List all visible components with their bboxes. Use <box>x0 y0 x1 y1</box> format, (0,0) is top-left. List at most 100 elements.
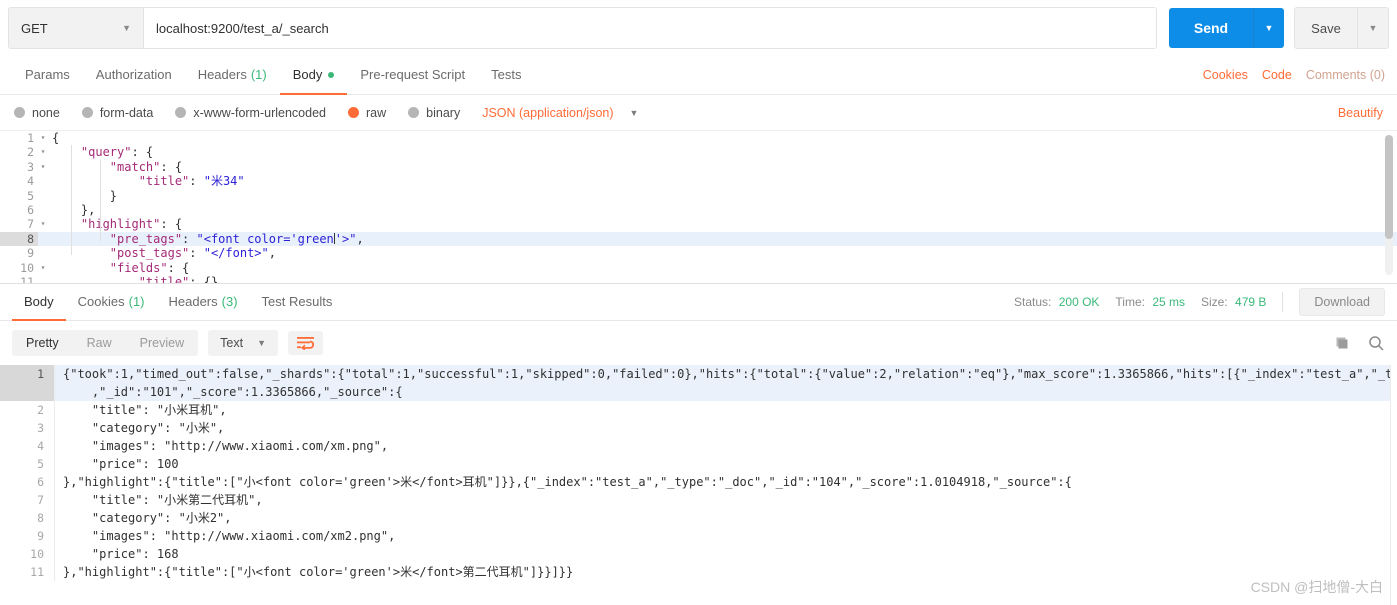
comments-link[interactable]: Comments (0) <box>1306 68 1385 82</box>
line-number: 5 <box>27 188 34 203</box>
code-text: "title": "小米第二代耳机", <box>63 493 263 507</box>
body-format-select[interactable]: JSON (application/json) ▼ <box>482 106 638 120</box>
response-tab-headers-label: Headers <box>168 294 218 309</box>
response-tabs-list: Body Cookies (1) Headers (3) Test Result… <box>12 284 345 321</box>
request-code-line: 4 "title": "米34" <box>0 174 1397 188</box>
tab-tests[interactable]: Tests <box>478 56 534 95</box>
line-number: 7 <box>27 217 34 232</box>
response-tab-cookies-label: Cookies <box>77 294 125 309</box>
request-url-input[interactable]: localhost:9200/test_a/_search <box>144 8 1156 48</box>
response-body-viewer[interactable]: 1 {"took":1,"timed_out":false,"_shards":{… <box>0 365 1397 605</box>
download-button[interactable]: Download <box>1299 288 1385 316</box>
line-number: 4 <box>0 437 55 455</box>
save-button[interactable]: Save <box>1295 8 1357 48</box>
response-tab-headers[interactable]: Headers (3) <box>157 284 250 321</box>
request-code-line: 5 } <box>0 189 1397 203</box>
line-number: 9 <box>0 527 55 545</box>
chevron-down-icon: ▼ <box>122 23 131 33</box>
response-view-controls: Pretty Raw Preview Text ▼ <box>12 330 323 356</box>
tab-pre-request-script[interactable]: Pre-request Script <box>347 56 478 95</box>
beautify-button[interactable]: Beautify <box>1338 106 1383 120</box>
response-code-line: 11},"highlight":{"title":["小<font color=… <box>0 563 1397 581</box>
fold-toggle-icon[interactable]: ▾ <box>38 261 48 275</box>
response-tab-test-results[interactable]: Test Results <box>250 284 345 321</box>
request-code-line: 10 ▾ "fields": { <box>0 261 1397 275</box>
request-tabs: Params Authorization Headers (1) Body Pr… <box>0 56 1397 95</box>
response-code-line: ,"_id":"101","_score":1.3365866,"_source… <box>0 383 1397 401</box>
save-options-chevron-down-icon[interactable]: ▼ <box>1357 8 1388 48</box>
view-preview[interactable]: Preview <box>126 330 198 356</box>
code-text: "title": "米34" <box>138 174 245 189</box>
response-actions <box>1334 335 1385 352</box>
body-type-form-data[interactable]: form-data <box>81 106 153 120</box>
postman-window: GET ▼ localhost:9200/test_a/_search Send… <box>0 0 1397 605</box>
view-raw[interactable]: Raw <box>73 330 126 356</box>
code-text: "highlight": { <box>80 217 183 232</box>
tab-authorization[interactable]: Authorization <box>83 56 185 95</box>
tab-authorization-label: Authorization <box>95 67 172 82</box>
indent-guide <box>71 145 72 255</box>
http-method-select[interactable]: GET ▼ <box>9 8 144 48</box>
line-number: 6 <box>0 473 55 491</box>
fold-toggle-icon[interactable]: ▾ <box>38 160 48 174</box>
line-number: 11 <box>0 563 55 581</box>
fold-toggle-icon[interactable]: ▾ <box>38 145 48 159</box>
tab-params-label: Params <box>25 67 70 82</box>
code-text: "price": 100 <box>63 457 179 471</box>
code-text: "fields": { <box>109 260 190 275</box>
code-link[interactable]: Code <box>1262 68 1292 82</box>
status-value: 200 OK <box>1058 295 1100 309</box>
fold-toggle-icon[interactable]: ▾ <box>38 131 48 145</box>
code-text: "title": {} <box>138 274 219 283</box>
size-value: 479 B <box>1235 295 1267 309</box>
code-text: "category": "小米2", <box>63 511 232 525</box>
code-text: "images": "http://www.xiaomi.com/xm2.png… <box>63 529 396 543</box>
response-code-line: 7 "title": "小米第二代耳机", <box>0 491 1397 509</box>
line-number: 8 <box>0 509 55 527</box>
response-tab-body[interactable]: Body <box>12 284 66 321</box>
request-editor-scrollbar-thumb[interactable] <box>1385 135 1393 239</box>
search-button[interactable] <box>1368 335 1385 352</box>
fold-toggle-icon[interactable]: ▾ <box>38 217 48 231</box>
request-body-editor[interactable]: 1 ▾{2 ▾ "query": {3 ▾ "match": {4 "title": … <box>0 130 1397 283</box>
tab-headers[interactable]: Headers (1) <box>185 56 280 95</box>
response-tab-body-label: Body <box>24 294 54 309</box>
time-label: Time: <box>1115 295 1145 309</box>
body-type-raw[interactable]: raw <box>348 106 386 120</box>
copy-icon <box>1336 337 1348 349</box>
body-type-urlencoded[interactable]: x-www-form-urlencoded <box>175 106 326 120</box>
response-meta: Status: 200 OK Time: 25 ms Size: 479 B D… <box>1014 284 1385 320</box>
indent-guide <box>100 159 101 241</box>
tab-tests-label: Tests <box>491 67 522 82</box>
tab-headers-label: Headers <box>197 67 247 82</box>
request-code-line: 9 "post_tags": "</font>", <box>0 246 1397 260</box>
response-code-line: 1 {"took":1,"timed_out":false,"_shards":{… <box>0 365 1397 383</box>
response-format-select[interactable]: Text ▼ <box>208 330 278 356</box>
line-number: 5 <box>0 455 55 473</box>
response-code-line: 3 "category": "小米", <box>0 419 1397 437</box>
tab-params[interactable]: Params <box>12 56 83 95</box>
send-button[interactable]: Send <box>1169 8 1253 48</box>
word-wrap-icon <box>297 337 314 350</box>
response-toolbar: Pretty Raw Preview Text ▼ <box>0 321 1397 365</box>
response-tab-cookies[interactable]: Cookies (1) <box>66 284 157 321</box>
send-options-chevron-down-icon[interactable]: ▼ <box>1253 8 1284 48</box>
body-type-none[interactable]: none <box>14 106 60 120</box>
body-type-raw-label: raw <box>366 105 387 120</box>
tab-body[interactable]: Body <box>279 56 348 95</box>
body-type-none-label: none <box>32 105 60 120</box>
line-number: 11 <box>20 274 34 283</box>
view-pretty[interactable]: Pretty <box>12 330 73 356</box>
code-text: "category": "小米", <box>63 421 225 435</box>
response-code-line: 6},"highlight":{"title":["小<font color='… <box>0 473 1397 491</box>
copy-button[interactable] <box>1334 335 1350 351</box>
word-wrap-toggle[interactable] <box>288 331 323 355</box>
body-type-binary[interactable]: binary <box>408 106 460 120</box>
response-code-line: 5 "price": 100 <box>0 455 1397 473</box>
cookies-link[interactable]: Cookies <box>1203 68 1248 82</box>
line-number: 2 <box>0 401 55 419</box>
